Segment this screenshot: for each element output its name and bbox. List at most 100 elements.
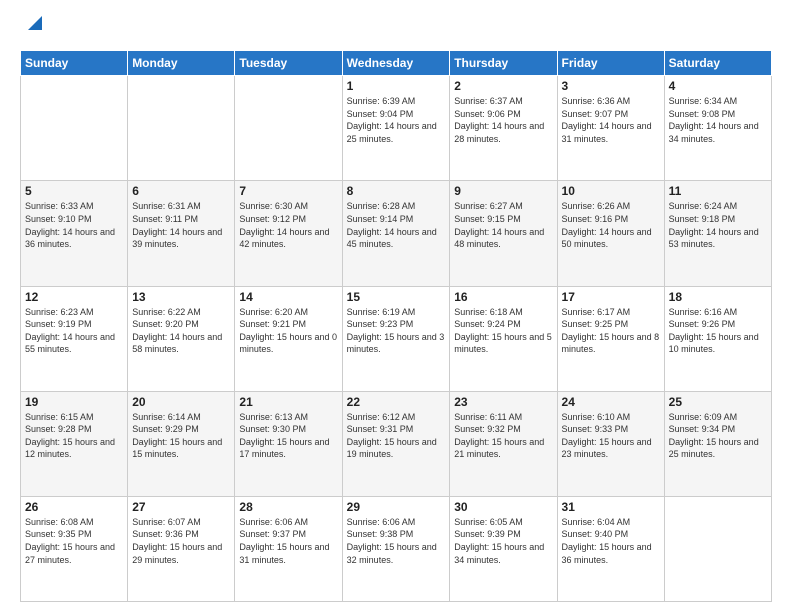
calendar-cell: 3 Sunrise: 6:36 AMSunset: 9:07 PMDayligh… — [557, 76, 664, 181]
day-number: 19 — [25, 395, 123, 409]
day-info: Sunrise: 6:19 AMSunset: 9:23 PMDaylight:… — [347, 307, 445, 355]
calendar-cell: 6 Sunrise: 6:31 AMSunset: 9:11 PMDayligh… — [128, 181, 235, 286]
day-info: Sunrise: 6:18 AMSunset: 9:24 PMDaylight:… — [454, 307, 552, 355]
calendar-cell: 5 Sunrise: 6:33 AMSunset: 9:10 PMDayligh… — [21, 181, 128, 286]
day-number: 7 — [239, 184, 337, 198]
day-number: 2 — [454, 79, 552, 93]
day-info: Sunrise: 6:16 AMSunset: 9:26 PMDaylight:… — [669, 307, 759, 355]
day-info: Sunrise: 6:33 AMSunset: 9:10 PMDaylight:… — [25, 201, 115, 249]
day-info: Sunrise: 6:12 AMSunset: 9:31 PMDaylight:… — [347, 412, 437, 460]
day-header-friday: Friday — [557, 51, 664, 76]
calendar-cell: 21 Sunrise: 6:13 AMSunset: 9:30 PMDaylig… — [235, 391, 342, 496]
day-info: Sunrise: 6:31 AMSunset: 9:11 PMDaylight:… — [132, 201, 222, 249]
day-number: 14 — [239, 290, 337, 304]
day-number: 22 — [347, 395, 446, 409]
calendar-cell: 14 Sunrise: 6:20 AMSunset: 9:21 PMDaylig… — [235, 286, 342, 391]
calendar-cell — [21, 76, 128, 181]
calendar-week-row: 26 Sunrise: 6:08 AMSunset: 9:35 PMDaylig… — [21, 496, 772, 601]
day-number: 8 — [347, 184, 446, 198]
calendar-cell: 16 Sunrise: 6:18 AMSunset: 9:24 PMDaylig… — [450, 286, 557, 391]
calendar-cell: 22 Sunrise: 6:12 AMSunset: 9:31 PMDaylig… — [342, 391, 450, 496]
day-number: 9 — [454, 184, 552, 198]
day-info: Sunrise: 6:07 AMSunset: 9:36 PMDaylight:… — [132, 517, 222, 565]
day-number: 30 — [454, 500, 552, 514]
calendar-cell: 1 Sunrise: 6:39 AMSunset: 9:04 PMDayligh… — [342, 76, 450, 181]
day-header-thursday: Thursday — [450, 51, 557, 76]
logo — [20, 16, 46, 40]
calendar-cell: 11 Sunrise: 6:24 AMSunset: 9:18 PMDaylig… — [664, 181, 771, 286]
day-number: 21 — [239, 395, 337, 409]
day-info: Sunrise: 6:23 AMSunset: 9:19 PMDaylight:… — [25, 307, 115, 355]
day-number: 20 — [132, 395, 230, 409]
logo-block — [20, 16, 46, 40]
day-number: 1 — [347, 79, 446, 93]
day-header-wednesday: Wednesday — [342, 51, 450, 76]
calendar-cell: 18 Sunrise: 6:16 AMSunset: 9:26 PMDaylig… — [664, 286, 771, 391]
calendar-cell: 31 Sunrise: 6:04 AMSunset: 9:40 PMDaylig… — [557, 496, 664, 601]
day-info: Sunrise: 6:39 AMSunset: 9:04 PMDaylight:… — [347, 96, 437, 144]
day-header-tuesday: Tuesday — [235, 51, 342, 76]
day-info: Sunrise: 6:28 AMSunset: 9:14 PMDaylight:… — [347, 201, 437, 249]
day-info: Sunrise: 6:37 AMSunset: 9:06 PMDaylight:… — [454, 96, 544, 144]
day-info: Sunrise: 6:26 AMSunset: 9:16 PMDaylight:… — [562, 201, 652, 249]
calendar-cell: 9 Sunrise: 6:27 AMSunset: 9:15 PMDayligh… — [450, 181, 557, 286]
day-info: Sunrise: 6:04 AMSunset: 9:40 PMDaylight:… — [562, 517, 652, 565]
calendar-cell: 15 Sunrise: 6:19 AMSunset: 9:23 PMDaylig… — [342, 286, 450, 391]
calendar-cell — [235, 76, 342, 181]
calendar-cell: 26 Sunrise: 6:08 AMSunset: 9:35 PMDaylig… — [21, 496, 128, 601]
day-info: Sunrise: 6:13 AMSunset: 9:30 PMDaylight:… — [239, 412, 329, 460]
day-info: Sunrise: 6:30 AMSunset: 9:12 PMDaylight:… — [239, 201, 329, 249]
calendar-cell: 29 Sunrise: 6:06 AMSunset: 9:38 PMDaylig… — [342, 496, 450, 601]
day-number: 13 — [132, 290, 230, 304]
day-number: 4 — [669, 79, 767, 93]
day-number: 24 — [562, 395, 660, 409]
day-number: 31 — [562, 500, 660, 514]
day-number: 27 — [132, 500, 230, 514]
calendar-cell: 8 Sunrise: 6:28 AMSunset: 9:14 PMDayligh… — [342, 181, 450, 286]
day-number: 25 — [669, 395, 767, 409]
day-info: Sunrise: 6:14 AMSunset: 9:29 PMDaylight:… — [132, 412, 222, 460]
calendar-cell: 12 Sunrise: 6:23 AMSunset: 9:19 PMDaylig… — [21, 286, 128, 391]
day-info: Sunrise: 6:22 AMSunset: 9:20 PMDaylight:… — [132, 307, 222, 355]
calendar-cell — [664, 496, 771, 601]
day-info: Sunrise: 6:08 AMSunset: 9:35 PMDaylight:… — [25, 517, 115, 565]
day-number: 16 — [454, 290, 552, 304]
day-info: Sunrise: 6:06 AMSunset: 9:38 PMDaylight:… — [347, 517, 437, 565]
day-header-saturday: Saturday — [664, 51, 771, 76]
day-number: 5 — [25, 184, 123, 198]
logo-icon — [24, 12, 46, 34]
calendar-cell: 13 Sunrise: 6:22 AMSunset: 9:20 PMDaylig… — [128, 286, 235, 391]
calendar-cell: 28 Sunrise: 6:06 AMSunset: 9:37 PMDaylig… — [235, 496, 342, 601]
calendar-cell: 4 Sunrise: 6:34 AMSunset: 9:08 PMDayligh… — [664, 76, 771, 181]
day-number: 23 — [454, 395, 552, 409]
calendar-cell: 24 Sunrise: 6:10 AMSunset: 9:33 PMDaylig… — [557, 391, 664, 496]
day-info: Sunrise: 6:15 AMSunset: 9:28 PMDaylight:… — [25, 412, 115, 460]
calendar-cell — [128, 76, 235, 181]
calendar-cell: 25 Sunrise: 6:09 AMSunset: 9:34 PMDaylig… — [664, 391, 771, 496]
day-info: Sunrise: 6:36 AMSunset: 9:07 PMDaylight:… — [562, 96, 652, 144]
calendar-cell: 20 Sunrise: 6:14 AMSunset: 9:29 PMDaylig… — [128, 391, 235, 496]
day-number: 10 — [562, 184, 660, 198]
calendar-cell: 27 Sunrise: 6:07 AMSunset: 9:36 PMDaylig… — [128, 496, 235, 601]
calendar-cell: 17 Sunrise: 6:17 AMSunset: 9:25 PMDaylig… — [557, 286, 664, 391]
calendar-cell: 30 Sunrise: 6:05 AMSunset: 9:39 PMDaylig… — [450, 496, 557, 601]
day-number: 12 — [25, 290, 123, 304]
calendar-cell: 19 Sunrise: 6:15 AMSunset: 9:28 PMDaylig… — [21, 391, 128, 496]
calendar-week-row: 5 Sunrise: 6:33 AMSunset: 9:10 PMDayligh… — [21, 181, 772, 286]
day-header-monday: Monday — [128, 51, 235, 76]
calendar-cell: 23 Sunrise: 6:11 AMSunset: 9:32 PMDaylig… — [450, 391, 557, 496]
calendar-week-row: 19 Sunrise: 6:15 AMSunset: 9:28 PMDaylig… — [21, 391, 772, 496]
header — [20, 16, 772, 40]
day-info: Sunrise: 6:27 AMSunset: 9:15 PMDaylight:… — [454, 201, 544, 249]
day-info: Sunrise: 6:24 AMSunset: 9:18 PMDaylight:… — [669, 201, 759, 249]
day-number: 11 — [669, 184, 767, 198]
calendar-cell: 7 Sunrise: 6:30 AMSunset: 9:12 PMDayligh… — [235, 181, 342, 286]
calendar-week-row: 1 Sunrise: 6:39 AMSunset: 9:04 PMDayligh… — [21, 76, 772, 181]
day-number: 6 — [132, 184, 230, 198]
day-header-sunday: Sunday — [21, 51, 128, 76]
calendar-table: SundayMondayTuesdayWednesdayThursdayFrid… — [20, 50, 772, 602]
day-info: Sunrise: 6:10 AMSunset: 9:33 PMDaylight:… — [562, 412, 652, 460]
page: SundayMondayTuesdayWednesdayThursdayFrid… — [0, 0, 792, 612]
day-info: Sunrise: 6:17 AMSunset: 9:25 PMDaylight:… — [562, 307, 660, 355]
day-number: 29 — [347, 500, 446, 514]
